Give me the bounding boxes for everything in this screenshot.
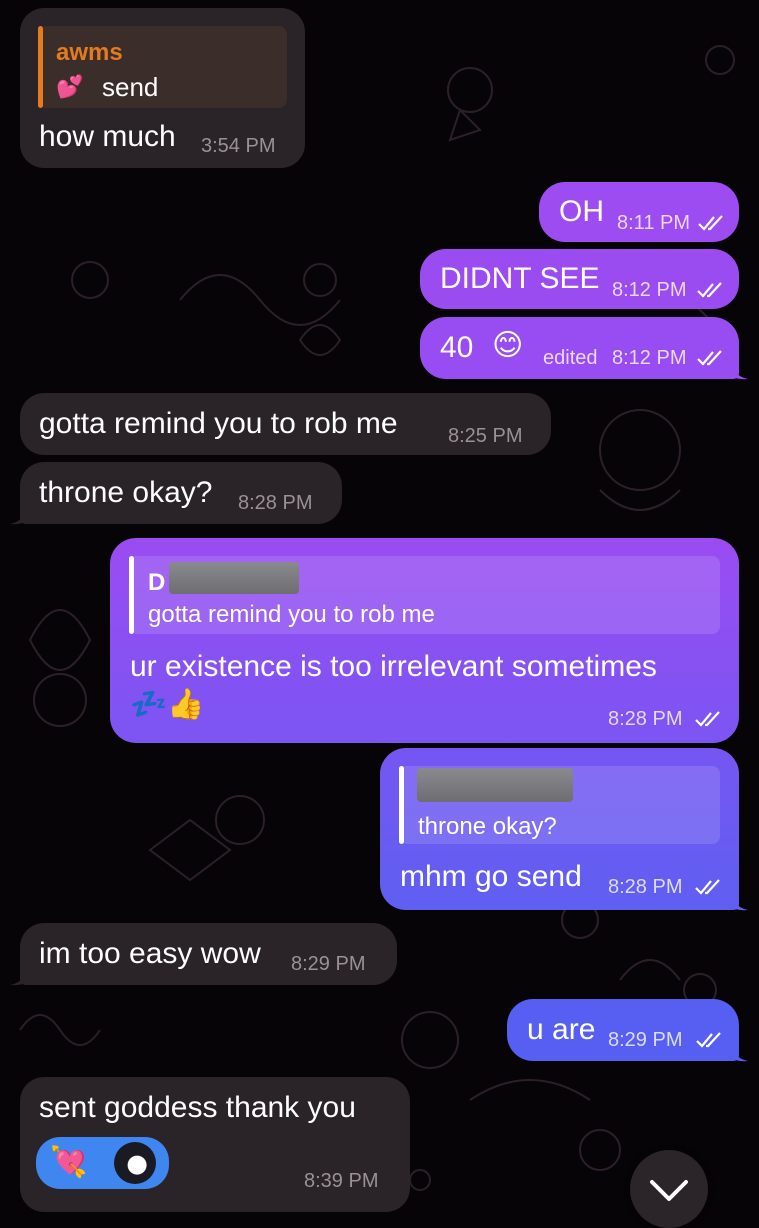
message-time: 8:12 PM — [612, 347, 687, 369]
double-check-icon — [698, 215, 723, 231]
message-incoming-sent-goddess[interactable]: sent goddess thank you 💘 8:39 PM — [20, 1077, 410, 1212]
message-time: 8:25 PM — [448, 425, 523, 447]
message-incoming-throne-okay[interactable]: throne okay? 8:28 PM — [20, 462, 342, 524]
scroll-to-bottom-button[interactable] — [630, 1150, 708, 1228]
reply-accent-bar — [38, 26, 43, 108]
message-text: DIDNT SEE — [440, 262, 600, 295]
reply-quote[interactable]: throne okay? — [399, 766, 720, 844]
message-text: gotta remind you to rob me — [39, 407, 398, 440]
redacted-name — [169, 562, 299, 594]
message-text: how much — [39, 120, 176, 153]
reply-quote[interactable]: D gotta remind you to rob me — [129, 556, 720, 634]
reply-author-initial: D — [148, 569, 166, 596]
reaction-pill[interactable]: 💘 — [36, 1137, 169, 1189]
bubble-tail — [730, 889, 748, 911]
message-outgoing-mhm-go-send[interactable]: throne okay? mhm go send 8:28 PM — [380, 748, 739, 910]
reply-author: awms — [56, 39, 123, 66]
message-time: 8:28 PM — [238, 492, 313, 514]
double-check-icon — [696, 1032, 721, 1048]
chevron-down-icon — [650, 1180, 688, 1201]
message-text: sent goddess thank you — [39, 1091, 356, 1124]
message-time: 8:29 PM — [608, 1029, 683, 1051]
message-text: throne okay? — [39, 476, 213, 509]
message-text: 40 — [440, 331, 474, 364]
message-incoming-im-too-easy[interactable]: im too easy wow 8:29 PM — [20, 923, 397, 985]
double-check-icon — [695, 879, 720, 895]
reply-text: send — [102, 72, 159, 102]
message-time: 8:29 PM — [291, 953, 366, 975]
zzz-thumbs-up-emoji: 💤👍 — [130, 688, 205, 721]
message-time: 8:39 PM — [304, 1170, 379, 1192]
message-outgoing-didnt-see[interactable]: DIDNT SEE 8:12 PM — [420, 249, 739, 309]
reply-quote[interactable]: awms 💕 send — [38, 26, 287, 108]
message-time: 3:54 PM — [201, 135, 276, 157]
message-outgoing-ur-existence[interactable]: D gotta remind you to rob me ur existenc… — [110, 538, 739, 743]
message-text: mhm go send — [400, 860, 582, 893]
message-text: u are — [527, 1013, 596, 1046]
message-incoming-gotta-remind[interactable]: gotta remind you to rob me 8:25 PM — [20, 393, 551, 455]
message-text: OH — [559, 195, 604, 228]
reply-emoji: 💕 — [56, 74, 84, 99]
message-text: ur existence is too irrelevant sometimes — [130, 650, 657, 683]
edited-label: edited — [543, 347, 598, 369]
message-incoming-how-much[interactable]: awms 💕 send how much 3:54 PM — [20, 8, 305, 168]
reply-accent-bar — [129, 556, 134, 634]
double-check-icon — [697, 282, 722, 298]
reply-text: gotta remind you to rob me — [148, 601, 435, 628]
reactor-avatar — [114, 1142, 156, 1184]
message-time: 8:28 PM — [608, 876, 683, 898]
message-outgoing-oh[interactable]: OH 8:11 PM — [539, 182, 739, 242]
double-check-icon — [695, 711, 720, 727]
bubble-tail — [10, 964, 28, 986]
reply-text: throne okay? — [418, 813, 557, 840]
bubble-tail — [10, 503, 28, 525]
message-time: 8:11 PM — [617, 212, 690, 234]
redacted-name — [417, 768, 573, 802]
message-text: im too easy wow — [39, 937, 261, 970]
message-time: 8:28 PM — [608, 708, 683, 730]
heart-arrow-emoji: 💘 — [50, 1146, 88, 1179]
message-time: 8:12 PM — [612, 279, 687, 301]
bubble-tail — [730, 358, 748, 380]
bubble-tail — [730, 1040, 748, 1062]
double-check-icon — [697, 350, 722, 366]
reply-accent-bar — [399, 766, 404, 844]
message-outgoing-40[interactable]: 40 😊 edited 8:12 PM — [420, 317, 739, 379]
message-outgoing-u-are[interactable]: u are 8:29 PM — [507, 999, 739, 1061]
smiling-face-emoji: 😊 — [492, 329, 524, 362]
